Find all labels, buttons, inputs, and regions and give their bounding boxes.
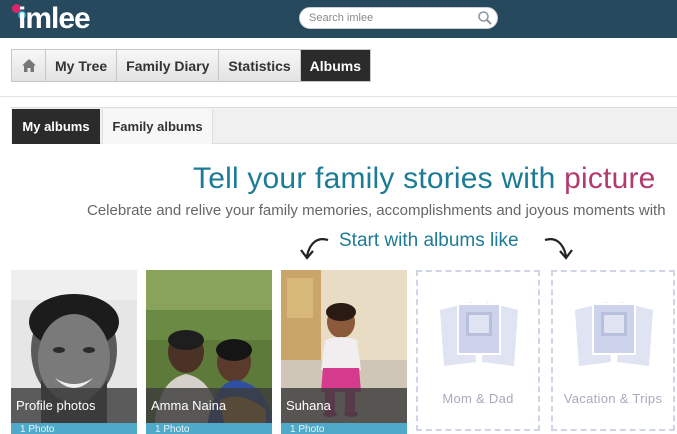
top-header: imlee: [0, 0, 677, 38]
album-card-amma-naina[interactable]: Amma Naina 1 Photo: [146, 270, 272, 434]
suggested-album-mom-dad[interactable]: Mom & Dad: [416, 270, 540, 431]
suggested-album-title: Vacation & Trips: [563, 391, 663, 406]
album-photo-count: 1 Photo: [281, 423, 407, 434]
suggested-album-title: Mom & Dad: [442, 391, 514, 406]
suggested-album-vacation-trips[interactable]: Vacation & Trips: [551, 270, 675, 431]
nav-statistics[interactable]: Statistics: [219, 50, 301, 81]
main-nav: My Tree Family Diary Statistics Albums: [11, 49, 371, 82]
nav-family-diary[interactable]: Family Diary: [117, 50, 220, 81]
curved-arrow-right-icon: [544, 238, 573, 260]
album-title: Profile photos: [11, 388, 137, 424]
album-photo-count: 1 Photo: [146, 423, 272, 434]
home-icon: [21, 59, 36, 72]
logo-text: imlee: [18, 2, 91, 35]
curved-arrow-left-icon: [300, 238, 329, 260]
photo-placeholder-icon: [440, 302, 518, 366]
album-title: Suhana: [281, 388, 407, 424]
search-input[interactable]: [309, 10, 477, 26]
album-title: Amma Naina: [146, 388, 272, 424]
nav-my-tree[interactable]: My Tree: [46, 50, 118, 81]
hero-title-accent: picture: [564, 162, 656, 195]
nav-albums[interactable]: Albums: [300, 50, 370, 81]
start-prompt: Start with albums like: [339, 230, 519, 251]
album-card-suhana[interactable]: Suhana 1 Photo: [281, 270, 407, 434]
album-card-profile-photos[interactable]: Profile photos 1 Photo: [11, 270, 137, 434]
tab-my-albums[interactable]: My albums: [12, 109, 100, 144]
album-photo-count: 1 Photo: [11, 423, 137, 434]
search-icon[interactable]: [477, 10, 493, 26]
nav-home[interactable]: [12, 50, 46, 81]
hero-title-main: Tell your family stories with: [193, 162, 565, 195]
album-tabs: My albums Family albums: [11, 107, 677, 144]
hero-title: Tell your family stories with picture: [193, 162, 656, 196]
photo-placeholder-icon: [575, 302, 653, 366]
search-box: [299, 7, 498, 29]
nav-divider: [0, 96, 677, 97]
tab-family-albums[interactable]: Family albums: [102, 109, 213, 144]
hero-subtitle: Celebrate and relive your family memorie…: [87, 202, 666, 219]
